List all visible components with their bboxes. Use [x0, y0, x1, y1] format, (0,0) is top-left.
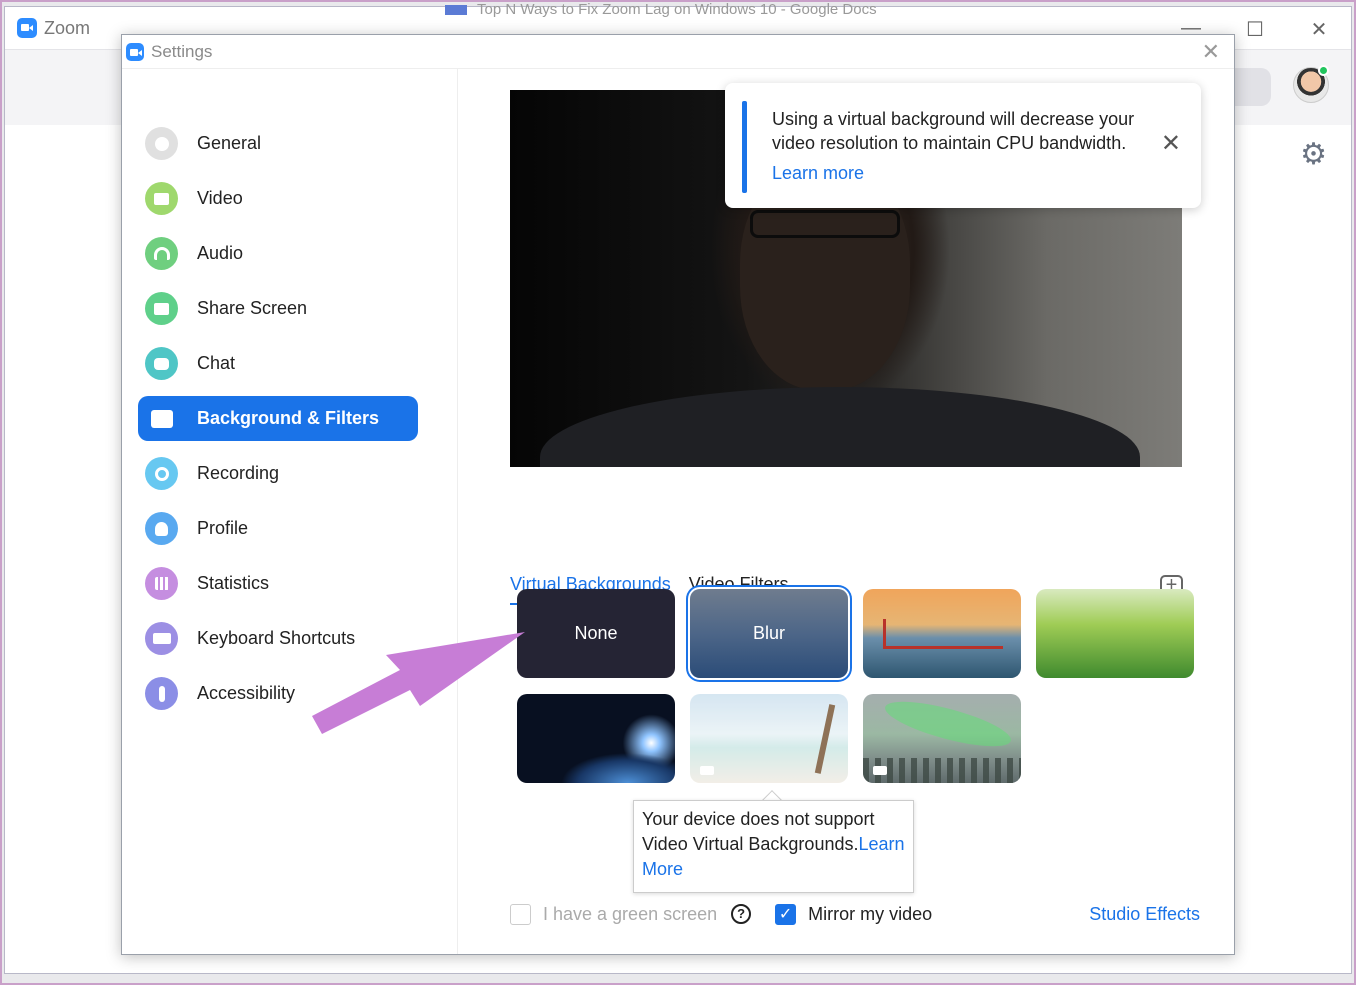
docs-icon: [445, 5, 467, 16]
keyboard-icon: [145, 622, 178, 655]
background-blur[interactable]: Blur: [690, 589, 848, 678]
sidebar-item-share-screen[interactable]: Share Screen: [138, 286, 418, 331]
sidebar-item-label: Share Screen: [197, 298, 308, 318]
background-beach[interactable]: [690, 694, 848, 783]
sidebar-item-background-filters[interactable]: Background & Filters: [138, 396, 418, 441]
sidebar-item-label: General: [197, 133, 262, 153]
background-filters-panel: Using a virtual background will decrease…: [459, 69, 1235, 954]
sidebar-item-label: Statistics: [197, 573, 270, 593]
sidebar-item-recording[interactable]: Recording: [138, 451, 418, 496]
zoom-logo-icon: [126, 42, 144, 61]
learn-more-link-continued[interactable]: More: [642, 859, 683, 879]
learn-more-link[interactable]: Learn: [858, 834, 904, 854]
gear-icon[interactable]: ⚙: [1300, 137, 1327, 172]
notice-accent-bar: [742, 101, 747, 193]
zoom-logo-icon: [17, 18, 37, 38]
background-aurora[interactable]: [863, 694, 1021, 783]
sidebar-item-label: Keyboard Shortcuts: [197, 628, 356, 648]
settings-dialog: Settings ✕ General Video Audio Share Scr…: [121, 34, 1235, 955]
headphones-icon: [145, 237, 178, 270]
background-golden-gate[interactable]: [863, 589, 1021, 678]
profile-icon: [145, 512, 178, 545]
sidebar-item-general[interactable]: General: [138, 121, 418, 166]
record-icon: [145, 457, 178, 490]
preview-glasses: [750, 210, 900, 238]
video-camera-icon: [873, 766, 887, 775]
notice-message: Using a virtual background will decrease…: [772, 109, 1135, 153]
sidebar-item-accessibility[interactable]: Accessibility: [138, 671, 418, 716]
green-screen-checkbox[interactable]: [510, 903, 531, 925]
background-earth[interactable]: [517, 694, 675, 783]
mirror-video-label: Mirror my video: [808, 903, 933, 924]
sidebar-item-profile[interactable]: Profile: [138, 506, 418, 551]
sidebar-item-label: Accessibility: [197, 683, 296, 703]
virtual-background-notice: Using a virtual background will decrease…: [725, 83, 1201, 208]
sidebar-item-audio[interactable]: Audio: [138, 231, 418, 276]
sidebar-item-label: Audio: [197, 243, 244, 263]
unsupported-tooltip: Your device does not support Video Virtu…: [633, 800, 914, 893]
learn-more-link[interactable]: Learn more: [772, 163, 864, 184]
background-grass[interactable]: [1036, 589, 1194, 678]
sidebar-item-keyboard-shortcuts[interactable]: Keyboard Shortcuts: [138, 616, 418, 661]
sidebar-item-video[interactable]: Video: [138, 176, 418, 221]
video-camera-icon: [145, 182, 178, 215]
green-screen-label: I have a green screen: [543, 903, 718, 924]
mirror-video-checkbox[interactable]: ✓: [775, 903, 797, 925]
gear-icon: [145, 127, 178, 160]
maximize-button[interactable]: ☐: [1243, 17, 1267, 42]
settings-title: Settings: [151, 41, 213, 61]
background-none[interactable]: None: [517, 589, 675, 678]
sidebar-item-label: Video: [197, 188, 243, 208]
accessibility-icon: [145, 677, 178, 710]
studio-effects-link[interactable]: Studio Effects: [1089, 904, 1200, 925]
background-doc-tab: Top N Ways to Fix Zoom Lag on Windows 10…: [445, 1, 877, 18]
sidebar-item-label: Background & Filters: [197, 408, 380, 428]
close-settings-button[interactable]: ✕: [1202, 39, 1220, 65]
chat-bubble-icon: [145, 347, 178, 380]
sidebar-item-label: Recording: [197, 463, 280, 483]
help-icon[interactable]: ?: [731, 904, 752, 924]
zoom-title: Zoom: [44, 17, 91, 38]
palm-image: [814, 704, 836, 774]
sidebar-item-label: Chat: [197, 353, 236, 373]
settings-titlebar: Settings ✕: [122, 35, 1234, 69]
background-person-icon: [145, 402, 178, 435]
doc-tab-title: Top N Ways to Fix Zoom Lag on Windows 10…: [477, 1, 877, 18]
sidebar-item-label: Profile: [197, 518, 249, 538]
unsupported-tooltip-text: Your device does not support Video Virtu…: [642, 809, 875, 854]
background-blur-label: Blur: [752, 623, 785, 643]
presence-status-icon: [1318, 65, 1329, 76]
sidebar-item-chat[interactable]: Chat: [138, 341, 418, 386]
preview-shoulders: [540, 387, 1140, 467]
bridge-image: [883, 619, 1003, 649]
background-options: I have a green screen ? ✓ Mirror my vide…: [510, 899, 1200, 929]
video-camera-icon: [700, 766, 714, 775]
background-none-label: None: [574, 623, 618, 643]
settings-sidebar: General Video Audio Share Screen Chat Ba…: [122, 69, 458, 954]
share-screen-icon: [145, 292, 178, 325]
close-notice-button[interactable]: ✕: [1161, 129, 1181, 158]
close-window-button[interactable]: ✕: [1307, 17, 1331, 42]
sidebar-item-statistics[interactable]: Statistics: [138, 561, 418, 606]
bar-chart-icon: [145, 567, 178, 600]
aurora-image: [881, 694, 1015, 756]
